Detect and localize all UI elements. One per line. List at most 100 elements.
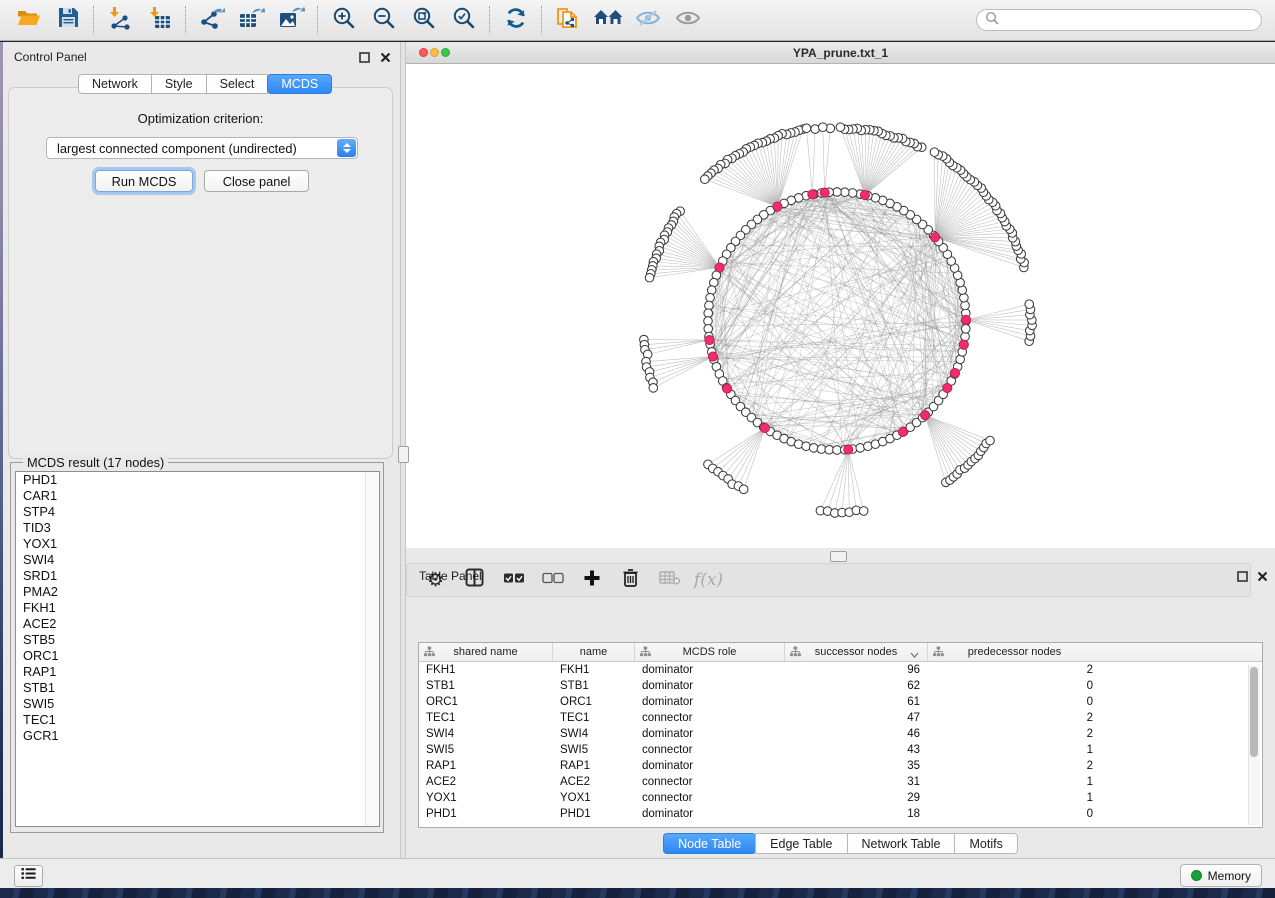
table-row[interactable]: RAP1RAP1dominator352 xyxy=(419,758,1262,774)
table-row[interactable]: SWI5SWI5connector431 xyxy=(419,742,1262,758)
table-cell: dominator xyxy=(635,760,785,772)
table-row[interactable]: ORC1ORC1dominator610 xyxy=(419,694,1262,710)
tab-network-table[interactable]: Network Table xyxy=(847,833,956,854)
table-row[interactable]: FKH1FKH1dominator962 xyxy=(419,662,1262,678)
add-column-button[interactable] xyxy=(573,565,610,595)
sitemap-icon xyxy=(424,646,435,660)
vertical-splitter-handle[interactable] xyxy=(398,446,409,463)
mcds-result-item[interactable]: YOX1 xyxy=(16,536,379,552)
mcds-list-scrollbar[interactable] xyxy=(365,472,379,826)
float-panel-icon[interactable] xyxy=(1236,570,1249,583)
column-header-predecessor-nodes[interactable]: predecessor nodes xyxy=(928,643,1101,661)
search-input[interactable] xyxy=(1005,12,1261,28)
tab-mcds[interactable]: MCDS xyxy=(267,74,332,94)
mcds-result-item[interactable]: ACE2 xyxy=(16,616,379,632)
tab-edge-table[interactable]: Edge Table xyxy=(755,833,847,854)
mcds-result-item[interactable]: SRD1 xyxy=(16,568,379,584)
deselect-all-button[interactable] xyxy=(534,565,571,595)
first-neighbors-button[interactable] xyxy=(588,3,628,37)
task-history-button[interactable] xyxy=(14,865,43,887)
delete-column-button[interactable] xyxy=(612,565,649,595)
import-table-button[interactable] xyxy=(140,3,180,37)
duplicate-network-button[interactable] xyxy=(548,3,588,37)
export-network-button[interactable] xyxy=(192,3,232,37)
mcds-result-item[interactable]: ORC1 xyxy=(16,648,379,664)
mcds-result-item[interactable]: STP4 xyxy=(16,504,379,520)
zoom-in-button[interactable] xyxy=(324,3,364,37)
select-all-button[interactable] xyxy=(495,565,532,595)
export-table-button[interactable] xyxy=(232,3,272,37)
table-cell: PHD1 xyxy=(553,808,635,820)
search-field[interactable] xyxy=(976,9,1262,31)
tab-motifs[interactable]: Motifs xyxy=(954,833,1017,854)
table-row[interactable]: PHD1PHD1dominator180 xyxy=(419,806,1262,822)
close-panel-icon[interactable] xyxy=(379,51,392,64)
open-file-button[interactable] xyxy=(8,3,48,37)
table-row[interactable]: SWI4SWI4dominator462 xyxy=(419,726,1262,742)
mcds-result-item[interactable]: RAP1 xyxy=(16,664,379,680)
save-session-button[interactable] xyxy=(48,3,88,37)
horizontal-splitter-handle[interactable] xyxy=(830,551,847,562)
mcds-result-item[interactable]: STB5 xyxy=(16,632,379,648)
network-window-titlebar[interactable]: YPA_prune.txt_1 xyxy=(406,42,1275,64)
table-row[interactable]: TEC1TEC1connector472 xyxy=(419,710,1262,726)
control-panel: Control Panel Network Style Select MCDS … xyxy=(0,42,400,858)
mcds-result-item[interactable]: FKH1 xyxy=(16,600,379,616)
table-header-row: shared name name MCDS role successor nod… xyxy=(419,643,1262,662)
hide-selected-button[interactable] xyxy=(628,3,668,37)
close-panel-icon[interactable] xyxy=(1256,570,1269,583)
column-header-name[interactable]: name xyxy=(553,643,635,661)
table-cell: connector xyxy=(635,792,785,804)
save-floppy-icon xyxy=(58,7,79,33)
table-row[interactable]: ACE2ACE2connector311 xyxy=(419,774,1262,790)
mcds-result-item[interactable]: CAR1 xyxy=(16,488,379,504)
mcds-result-item[interactable]: TEC1 xyxy=(16,712,379,728)
close-panel-button[interactable]: Close panel xyxy=(204,170,309,192)
table-row[interactable]: YOX1YOX1connector291 xyxy=(419,790,1262,806)
table-cell: 2 xyxy=(928,664,1101,676)
mcds-result-list[interactable]: PHD1CAR1STP4TID3YOX1SWI4SRD1PMA2FKH1ACE2… xyxy=(15,471,380,827)
delete-table-button[interactable] xyxy=(651,565,688,595)
table-cell: dominator xyxy=(635,696,785,708)
column-header-successor-nodes[interactable]: successor nodes xyxy=(785,643,928,661)
float-panel-icon[interactable] xyxy=(358,51,371,64)
criterion-dropdown[interactable]: largest connected component (undirected) xyxy=(46,137,358,159)
tab-select[interactable]: Select xyxy=(206,74,269,94)
zoom-selected-button[interactable] xyxy=(444,3,484,37)
mcds-result-item[interactable]: GCR1 xyxy=(16,728,379,744)
table-cell: 62 xyxy=(785,680,928,692)
column-header-shared-name[interactable]: shared name xyxy=(419,643,553,661)
table-cell: 43 xyxy=(785,744,928,756)
column-label: predecessor nodes xyxy=(968,646,1062,658)
refresh-button[interactable] xyxy=(496,3,536,37)
tab-network[interactable]: Network xyxy=(78,74,152,94)
column-header-mcds-role[interactable]: MCDS role xyxy=(635,643,785,661)
mcds-result-item[interactable]: PHD1 xyxy=(16,472,379,488)
function-builder-button[interactable]: f(x) xyxy=(690,565,727,595)
tab-node-table[interactable]: Node Table xyxy=(663,833,756,854)
tab-style[interactable]: Style xyxy=(151,74,207,94)
show-all-button[interactable] xyxy=(668,3,708,37)
mcds-result-item[interactable]: STB1 xyxy=(16,680,379,696)
zoom-out-icon xyxy=(372,6,396,35)
scrollbar-thumb[interactable] xyxy=(1250,667,1258,757)
zoom-fit-button[interactable] xyxy=(404,3,444,37)
table-cell: 47 xyxy=(785,712,928,724)
mcds-result-item[interactable]: PMA2 xyxy=(16,584,379,600)
mcds-result-groupbox: MCDS result (17 nodes) PHD1CAR1STP4TID3Y… xyxy=(10,462,384,833)
table-cell: 0 xyxy=(928,680,1101,692)
export-image-button[interactable] xyxy=(272,3,312,37)
import-network-button[interactable] xyxy=(100,3,140,37)
table-cell: ACE2 xyxy=(553,776,635,788)
mcds-result-item[interactable]: SWI5 xyxy=(16,696,379,712)
mcds-result-item[interactable]: TID3 xyxy=(16,520,379,536)
run-mcds-button[interactable]: Run MCDS xyxy=(95,170,193,192)
memory-button[interactable]: Memory xyxy=(1180,864,1262,887)
mcds-result-item[interactable]: SWI4 xyxy=(16,552,379,568)
node-table[interactable]: shared name name MCDS role successor nod… xyxy=(418,642,1263,828)
table-cell: 1 xyxy=(928,776,1101,788)
table-scrollbar[interactable] xyxy=(1248,665,1260,825)
network-canvas[interactable] xyxy=(406,64,1275,548)
table-row[interactable]: STB1STB1dominator620 xyxy=(419,678,1262,694)
zoom-out-button[interactable] xyxy=(364,3,404,37)
